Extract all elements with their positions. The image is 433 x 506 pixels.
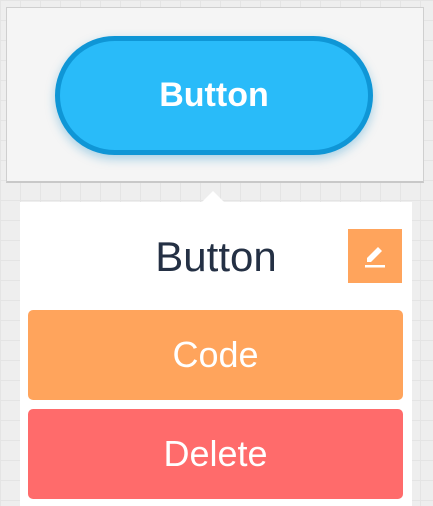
code-button[interactable]: Code xyxy=(28,310,403,400)
edit-button[interactable] xyxy=(348,229,402,283)
preview-panel: Button xyxy=(6,7,424,183)
component-popup: Button Code Delete xyxy=(20,202,412,506)
pencil-icon xyxy=(362,243,388,269)
delete-button[interactable]: Delete xyxy=(28,409,403,499)
preview-button[interactable]: Button xyxy=(55,36,373,155)
